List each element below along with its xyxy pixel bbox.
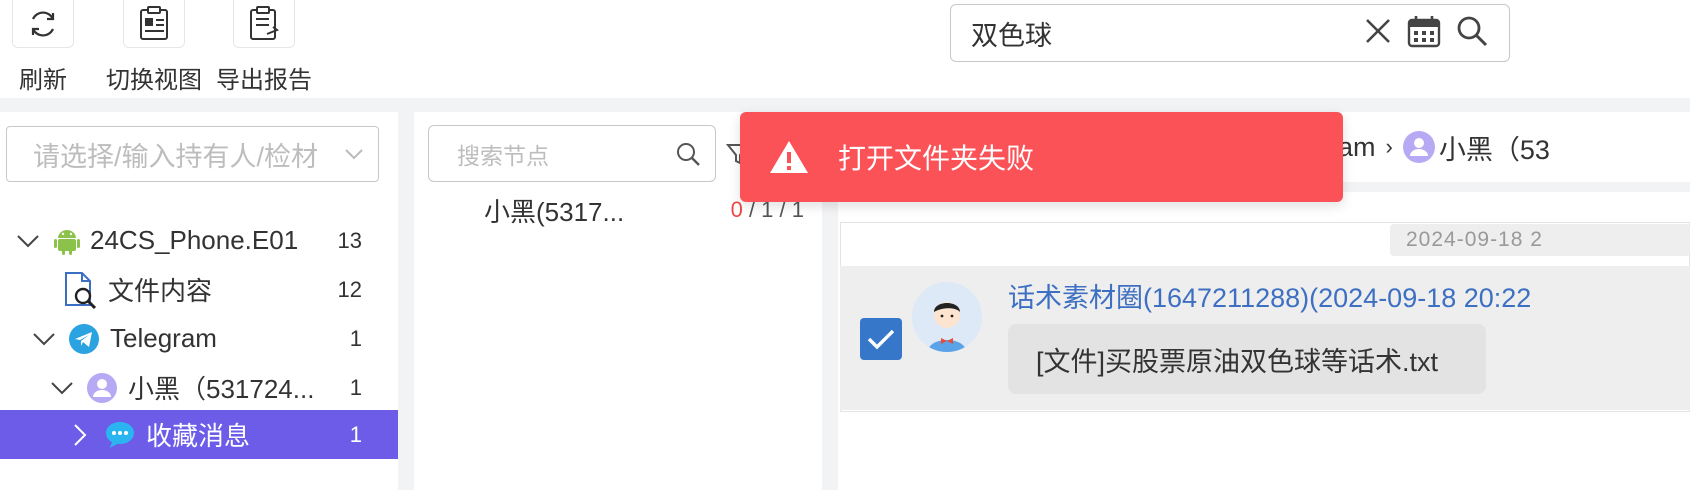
error-toast-message: 打开文件夹失败 xyxy=(838,143,1035,174)
export-report-button[interactable]: 导出报告 xyxy=(209,0,319,95)
tree-item-count: 1 xyxy=(349,374,362,400)
owner-select[interactable]: 请选择/输入持有人/检材 xyxy=(6,126,379,182)
node-search-placeholder: 搜索节点 xyxy=(457,142,549,169)
tree-item-count: 12 xyxy=(337,276,362,302)
file-search-icon xyxy=(62,271,98,309)
toolbar-separator xyxy=(0,98,1690,112)
chevron-right-icon: › xyxy=(1385,134,1393,159)
message-bubble[interactable]: [文件]买股票原油双色球等话术.txt xyxy=(1008,324,1486,394)
search-icon[interactable] xyxy=(1455,14,1489,53)
tree-item-phone[interactable]: 24CS_Phone.E01 13 xyxy=(0,216,398,265)
chevron-right-icon[interactable] xyxy=(72,423,88,447)
tree-item-label: 小黑（531724... xyxy=(128,374,315,404)
breadcrumb-telegram[interactable]: am xyxy=(1338,132,1376,163)
owner-select-placeholder: 请选择/输入持有人/检材 xyxy=(33,141,319,172)
tree-item-count: 1 xyxy=(349,325,362,351)
export-report-label: 导出报告 xyxy=(216,67,312,94)
node-item-name: 小黑(5317... xyxy=(484,196,625,227)
global-search[interactable] xyxy=(950,4,1510,62)
date-divider: 2024-09-18 2 xyxy=(1390,224,1690,256)
chevron-down-icon[interactable] xyxy=(16,233,40,249)
breadcrumb: am › 小黑（53 xyxy=(1338,122,1550,172)
user-avatar-icon xyxy=(1402,131,1435,163)
tree-item-favorites[interactable]: 收藏消息 1 xyxy=(0,410,398,459)
chevron-down-icon[interactable] xyxy=(32,331,56,347)
toolbar: 刷新 切换视图 导出报告 xyxy=(0,0,1690,98)
report-view-icon xyxy=(123,0,185,48)
tree-item-count: 1 xyxy=(349,421,362,447)
message-sender[interactable]: 话术素材圈(1647211288)(2024-09-18 20:22 xyxy=(1008,276,1531,315)
sender-avatar xyxy=(912,282,982,352)
switch-view-label: 切换视图 xyxy=(106,67,202,94)
breadcrumb-user[interactable]: 小黑（53 xyxy=(1439,128,1550,167)
tree-item-user[interactable]: 小黑（531724... 1 xyxy=(0,363,398,412)
tree-item-file-content[interactable]: 文件内容 12 xyxy=(0,265,398,314)
tree-item-label: 文件内容 xyxy=(108,276,213,306)
refresh-label: 刷新 xyxy=(19,67,67,94)
tree-item-telegram[interactable]: Telegram 1 xyxy=(0,314,398,363)
node-search-input[interactable]: 搜索节点 xyxy=(428,125,716,182)
android-icon xyxy=(54,227,80,255)
export-report-icon xyxy=(233,0,295,48)
message-item[interactable]: 话术素材圈(1647211288)(2024-09-18 20:22 [文件]买… xyxy=(840,266,1690,410)
check-icon xyxy=(867,329,895,350)
tree-item-label: 收藏消息 xyxy=(146,421,251,451)
node-stat-unread: 0 xyxy=(730,197,743,222)
calendar-icon[interactable] xyxy=(1407,14,1441,53)
search-icon[interactable] xyxy=(675,141,701,167)
switch-view-button[interactable]: 切换视图 xyxy=(99,0,209,95)
refresh-button[interactable]: 刷新 xyxy=(0,0,98,95)
global-search-input[interactable] xyxy=(971,17,1341,49)
chat-bubble-icon xyxy=(104,420,136,450)
error-toast: 打开文件夹失败 xyxy=(740,112,1343,202)
refresh-icon xyxy=(12,0,74,48)
evidence-tree-panel: 请选择/输入持有人/检材 24CS_Phone.E01 13 文件内容 12 T… xyxy=(0,112,398,490)
clear-icon[interactable] xyxy=(1363,16,1393,51)
panel-divider xyxy=(398,112,414,490)
user-avatar-icon xyxy=(86,372,118,404)
warning-icon xyxy=(770,141,808,173)
tree-item-label: 24CS_Phone.E01 xyxy=(90,225,299,255)
tree-item-label: Telegram xyxy=(110,323,217,353)
chevron-down-icon[interactable] xyxy=(50,380,74,396)
message-checkbox[interactable] xyxy=(860,318,902,360)
telegram-icon xyxy=(68,323,100,355)
chevron-down-icon xyxy=(345,149,363,160)
tree-item-count: 13 xyxy=(337,227,362,253)
